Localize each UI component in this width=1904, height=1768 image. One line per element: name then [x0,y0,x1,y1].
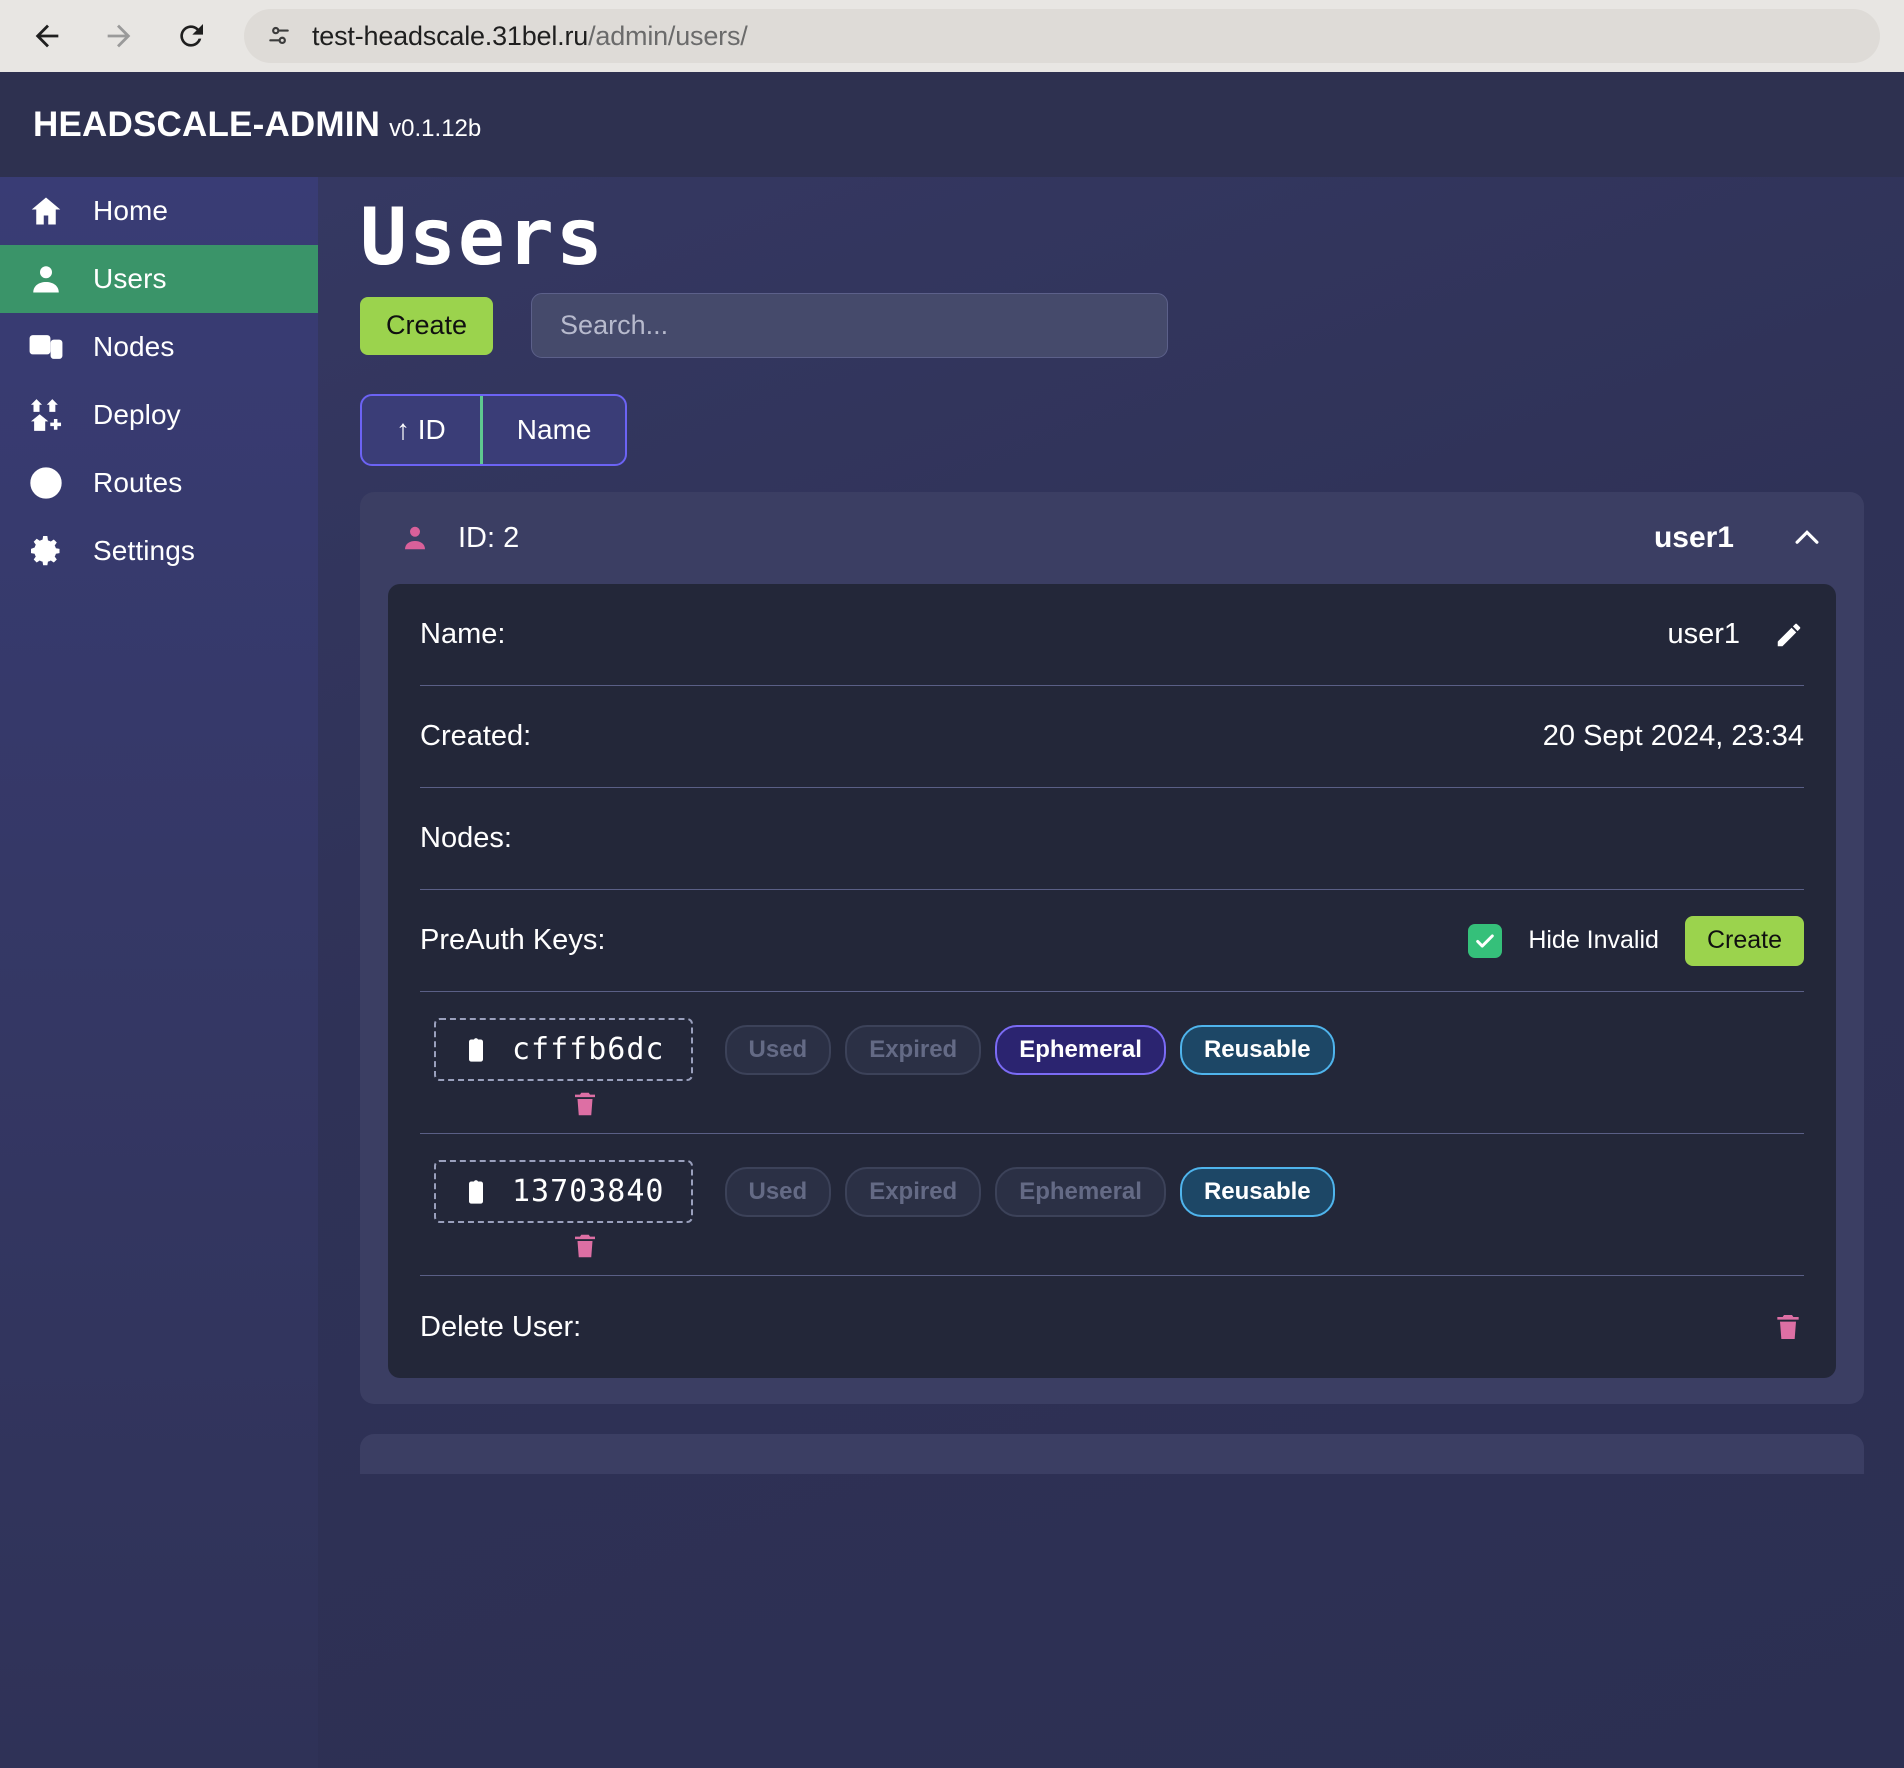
sidebar-item-label: Users [93,263,167,294]
sidebar-item-settings[interactable]: Settings [0,517,318,585]
badge-used: Used [724,1024,832,1075]
arrow-left-icon [30,19,64,53]
app-brand: HEADSCALE-ADMIN v0.1.12b [33,104,482,144]
hide-invalid-label: Hide Invalid [1528,926,1659,954]
preauth-key-value: cfffb6dc [512,1032,665,1067]
devices-icon [26,327,66,367]
badge-ephemeral: Ephemeral [995,1166,1166,1217]
sidebar-item-home[interactable]: Home [0,177,318,245]
user-card-header[interactable]: ID: 2 user1 [360,492,1864,584]
badge-reusable: Reusable [1179,1024,1335,1075]
sort-by-name-button[interactable]: Name [479,396,626,464]
next-user-card-peek[interactable] [360,1434,1864,1474]
preauth-key-copy-chip[interactable]: 13703840 [434,1160,693,1223]
clipboard-icon [462,1036,490,1064]
user-id-label: ID: 2 [458,521,520,554]
delete-preauth-key-icon[interactable] [570,1089,1804,1119]
name-label: Name: [420,618,506,650]
badge-expired: Expired [845,1024,982,1075]
create-preauth-key-button[interactable]: Create [1684,915,1804,966]
back-button[interactable] [24,13,70,59]
gear-icon [26,531,66,571]
sidebar: Home Users Nodes Deploy Routes Settings [0,177,318,1768]
row-delete-user: Delete User: [420,1276,1804,1378]
sidebar-item-label: Routes [93,467,183,498]
hide-invalid-checkbox[interactable] [1468,923,1503,958]
preauth-keys-label: PreAuth Keys: [420,924,606,956]
row-created: Created: 20 Sept 2024, 23:34 [420,686,1804,788]
preauth-key-badges: Used Expired Ephemeral Reusable [724,1024,1335,1075]
delete-preauth-key-icon[interactable] [570,1231,1804,1261]
toolbar: Create [360,293,1864,358]
preauth-key-row: cfffb6dc Used Expired Ephemeral Reusable [420,992,1804,1134]
app-header: HEADSCALE-ADMIN v0.1.12b [0,72,1904,177]
sidebar-item-deploy[interactable]: Deploy [0,381,318,449]
created-value: 20 Sept 2024, 23:34 [1542,720,1804,752]
badge-expired: Expired [845,1166,982,1217]
browser-toolbar: test-headscale.31bel.ru/admin/users/ [0,0,1904,72]
home-icon [26,191,66,231]
address-bar[interactable]: test-headscale.31bel.ru/admin/users/ [244,9,1880,63]
page-title: Users [360,193,605,283]
preauth-key-copy-chip[interactable]: cfffb6dc [434,1018,693,1081]
search-input[interactable] [531,293,1169,358]
clipboard-icon [462,1178,490,1206]
sidebar-item-label: Home [93,195,169,226]
reload-button[interactable] [168,13,214,59]
user-detail-panel: Name: user1 Created: 20 Sept 2024, 23:34 [388,584,1836,1378]
sidebar-item-users[interactable]: Users [0,245,318,313]
badge-used: Used [724,1166,832,1217]
delete-user-label: Delete User: [420,1310,582,1343]
main-content: Users Create ↑ ID Name ID: 2 user1 [318,177,1904,1768]
row-name: Name: user1 [420,584,1804,686]
preauth-key-value: 13703840 [512,1174,665,1209]
sort-by-id-button[interactable]: ↑ ID [362,396,480,464]
deploy-icon [26,395,66,435]
badge-reusable: Reusable [1179,1166,1335,1217]
reload-icon [175,20,207,52]
sidebar-item-label: Settings [93,535,195,566]
preauth-key-row: 13703840 Used Expired Ephemeral Reusable [420,1134,1804,1276]
row-nodes: Nodes: [420,788,1804,890]
name-value: user1 [1667,618,1740,650]
site-settings-icon[interactable] [262,19,296,53]
nodes-label: Nodes: [420,822,512,854]
sidebar-item-routes[interactable]: Routes [0,449,318,517]
created-label: Created: [420,720,532,752]
preauth-key-badges: Used Expired Ephemeral Reusable [724,1166,1335,1217]
routes-icon [26,463,66,503]
delete-user-icon[interactable] [1772,1311,1804,1343]
app-root: HEADSCALE-ADMIN v0.1.12b Home Users Node… [0,72,1904,1768]
user-icon [400,523,430,553]
user-name-header: user1 [1653,521,1734,554]
sidebar-item-label: Nodes [93,331,175,362]
sidebar-item-label: Deploy [93,399,181,430]
pencil-icon[interactable] [1774,620,1804,650]
arrow-right-icon [102,19,136,53]
badge-ephemeral: Ephemeral [995,1024,1166,1075]
sidebar-item-nodes[interactable]: Nodes [0,313,318,381]
create-user-button[interactable]: Create [360,296,494,355]
url-text: test-headscale.31bel.ru/admin/users/ [312,20,748,51]
sort-toggle-group: ↑ ID Name [360,394,628,466]
row-preauth-keys: PreAuth Keys: Hide Invalid Create [420,890,1804,992]
user-icon [26,259,66,299]
chevron-up-icon[interactable] [1790,521,1824,555]
user-card: ID: 2 user1 Name: user1 Created: 20 Sept… [360,492,1864,1404]
forward-button[interactable] [96,13,142,59]
